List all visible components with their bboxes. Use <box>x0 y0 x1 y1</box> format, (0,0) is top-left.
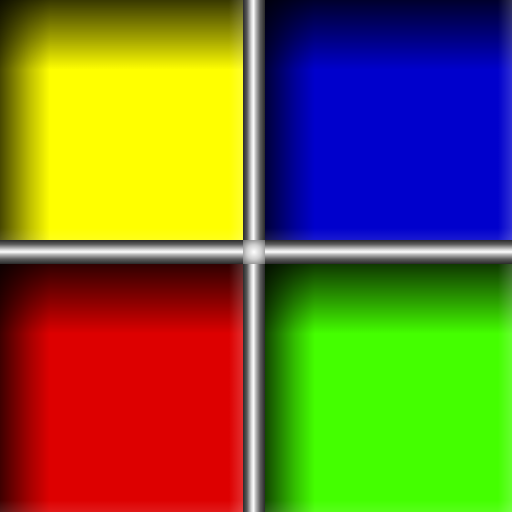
pad-red-surface <box>0 264 243 512</box>
pad-green[interactable] <box>265 264 512 512</box>
game-board <box>0 0 512 512</box>
pad-yellow[interactable] <box>0 0 243 240</box>
pad-green-surface <box>265 264 512 512</box>
pad-blue-surface <box>265 0 512 240</box>
divider-junction <box>243 240 265 264</box>
pad-blue[interactable] <box>265 0 512 240</box>
pad-yellow-surface <box>0 0 243 240</box>
pad-red[interactable] <box>0 264 243 512</box>
